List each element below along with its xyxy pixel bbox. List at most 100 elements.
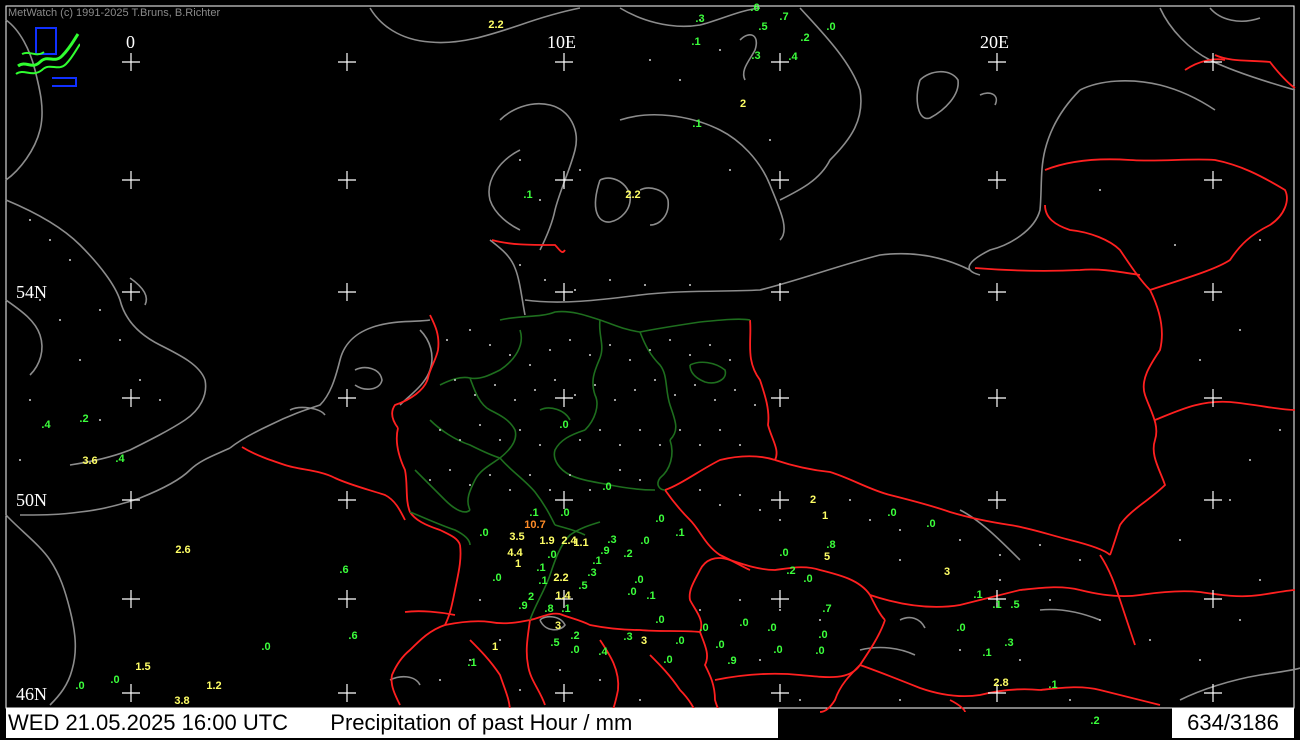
precip-value: .4 [115,453,125,465]
precip-value: 3 [943,566,951,578]
precip-value: .1 [561,603,571,615]
precip-value: .3 [623,631,633,643]
precip-value: 5 [823,551,831,563]
precip-value: .8 [826,539,836,551]
footer-bar: WED 21.05.2025 16:00 UTC Precipitation o… [6,708,778,738]
precip-value: .0 [655,513,665,525]
precip-value: .1 [523,189,533,201]
precip-value: .2 [79,413,89,425]
precip-value: 3.6 [82,455,98,467]
precip-value: .0 [570,644,580,656]
precip-value: .0 [663,654,673,666]
copyright-credit: MetWatch (c) 1991-2025 T.Bruns, B.Richte… [8,7,221,19]
precip-value: .3 [587,567,597,579]
lon-label-20e: 20E [980,32,1009,52]
precip-value: .0 [560,507,570,519]
precip-value: 2 [809,494,817,506]
precip-value: .0 [767,622,777,634]
precip-value: .4 [598,646,608,658]
precip-value: .7 [822,603,832,615]
precip-value: .3 [695,13,705,25]
datetime-label: WED 21.05.2025 16:00 UTC [8,710,289,735]
precip-value: .0 [627,586,637,598]
precip-value: .2 [570,630,580,642]
precip-value: .0 [559,419,569,431]
precip-value: .0 [675,635,685,647]
precip-value: .0 [261,641,271,653]
precip-value: .0 [547,549,557,561]
precip-value: 1.4 [555,590,571,602]
precip-value: 1 [514,558,522,570]
precip-value: .2 [786,565,796,577]
precip-value: .5 [578,580,588,592]
precip-value: .0 [826,21,836,33]
precip-value: .5 [758,21,768,33]
map-canvas [0,0,1300,740]
precip-value: 10.7 [524,519,546,531]
precip-value: 3.5 [509,531,525,543]
precip-value: .1 [646,590,656,602]
precip-value: .0 [779,547,789,559]
lat-label-50n: 50N [16,490,47,510]
precip-value: .0 [815,645,825,657]
precip-value: .1 [675,527,685,539]
precip-value: .3 [1004,637,1014,649]
precip-value: .0 [602,481,612,493]
precip-value: .1 [691,36,701,48]
precip-value: .4 [788,51,798,63]
precip-value: 2 [527,591,535,603]
precip-value: .1 [536,562,546,574]
precip-value: .6 [348,630,358,642]
precip-value: .2 [1090,715,1100,727]
map-title: Precipitation of past Hour / mm [330,710,633,735]
precip-value: 1.1 [573,537,589,549]
precip-value: .0 [818,629,828,641]
precip-value: 2.8 [993,677,1009,689]
precip-value: 3.8 [174,695,190,707]
precip-value: .0 [926,518,936,530]
precip-value: .0 [479,527,489,539]
precip-value: .1 [973,589,983,601]
precip-value: .0 [739,617,749,629]
precip-value: 3 [554,620,562,632]
precip-value: 2.6 [175,544,191,556]
precip-value: .0 [110,674,120,686]
precip-value: .0 [640,535,650,547]
precip-value: .1 [992,599,1002,611]
precip-value: .0 [699,622,709,634]
precip-value: .7 [779,11,789,23]
precip-value: .1 [467,657,477,669]
precip-value: 2.2 [553,572,569,584]
precip-value: 1.2 [206,680,222,692]
precip-value: 2 [739,98,747,110]
precip-value: 3 [640,635,648,647]
lat-label-46n: 46N [16,684,47,704]
precip-value: .0 [75,680,85,692]
precip-value: .8 [544,603,554,615]
precip-value: .6 [750,2,760,14]
precip-value: 1.5 [135,661,151,673]
precip-value: .2 [623,548,633,560]
precip-value: .5 [1010,599,1020,611]
precip-value: 2.2 [625,189,641,201]
precip-value: .0 [655,614,665,626]
lon-label-10e: 10E [547,32,576,52]
precip-value: .1 [538,575,548,587]
precip-value: .0 [634,574,644,586]
precip-value: .1 [529,507,539,519]
metwatch-logo-icon [15,27,80,87]
precip-value: .0 [803,573,813,585]
precip-value: .1 [982,647,992,659]
lon-label-0: 0 [126,32,135,52]
precip-value: .0 [956,622,966,634]
precip-value: 1.9 [539,535,555,547]
precip-value: .1 [1048,679,1058,691]
precip-value: 1 [821,510,829,522]
precip-value: .9 [518,600,528,612]
precip-value: .3 [751,50,761,62]
precip-value: 2.2 [488,19,504,31]
precip-value: .9 [727,655,737,667]
precip-value: .2 [800,32,810,44]
precip-value: .1 [692,118,702,130]
precip-value: .0 [492,572,502,584]
